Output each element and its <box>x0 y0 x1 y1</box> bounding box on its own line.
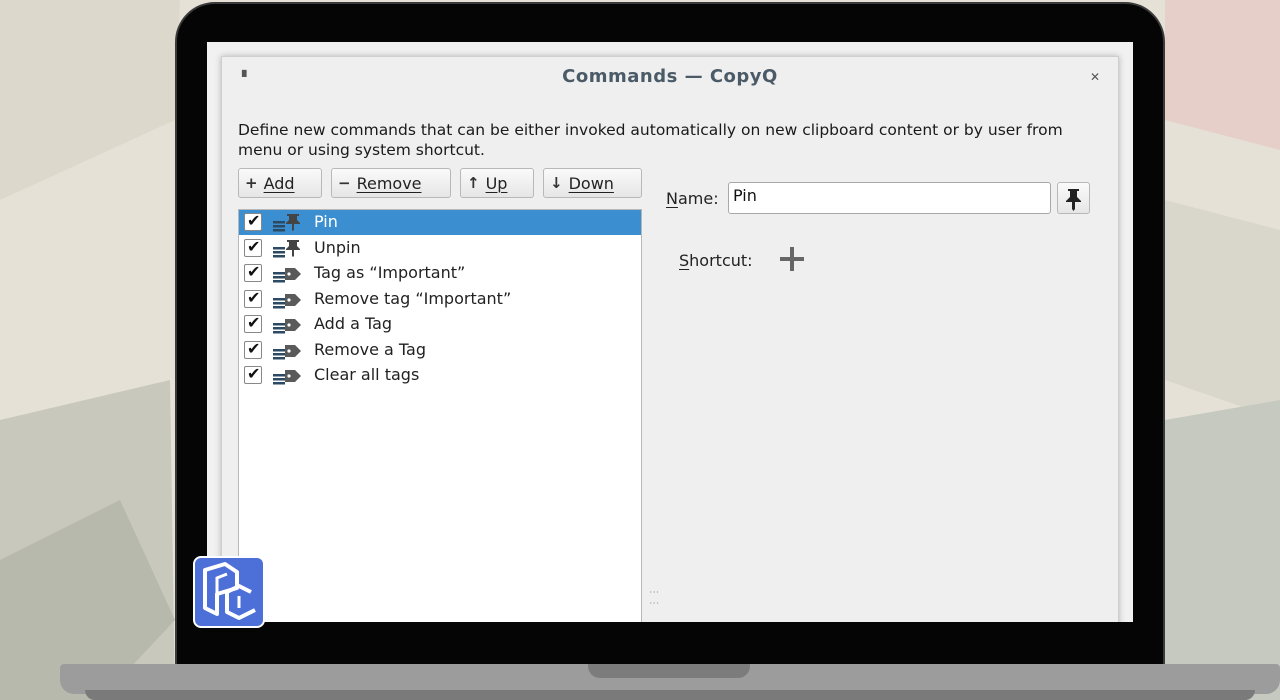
add-button-label: Add <box>263 173 295 193</box>
enable-checkbox[interactable]: ✔ <box>244 236 262 257</box>
enable-checkbox[interactable]: ✔ <box>244 364 262 384</box>
checkmark-icon: ✔ <box>247 338 261 358</box>
command-label: Remove a Tag <box>314 339 426 359</box>
list-item[interactable]: ✔ Remove a Tag <box>239 338 641 363</box>
up-button-label: Up <box>485 173 508 193</box>
shortcut-label-rest: hortcut: <box>689 251 753 270</box>
down-button[interactable]: ↓ Down <box>543 168 642 198</box>
checkmark-icon: ✔ <box>247 236 261 256</box>
pin-icon <box>273 214 300 232</box>
command-label: Unpin <box>314 237 361 257</box>
shortcut-label: Shortcut: <box>679 251 753 270</box>
list-item[interactable]: ✔ Clear all tags <box>239 363 641 388</box>
tag-icon <box>273 319 301 334</box>
plus-icon: + <box>245 174 258 192</box>
enable-checkbox[interactable]: ✔ <box>244 262 262 282</box>
titlebar: ▘ Commands — CopyQ ✕ <box>222 57 1118 99</box>
arrow-up-icon: ↑ <box>467 174 480 192</box>
screen: ▘ Commands — CopyQ ✕ Define new commands… <box>207 42 1133 622</box>
pin-icon <box>273 239 300 257</box>
laptop-notch <box>588 664 750 678</box>
command-label: Add a Tag <box>314 314 393 333</box>
logo-mark-icon <box>203 562 256 620</box>
brand-logo <box>193 556 265 628</box>
enable-checkbox[interactable]: ✔ <box>244 211 262 231</box>
list-item[interactable]: ✔ Remove tag “Important” <box>239 287 641 312</box>
command-label: Tag as “Important” <box>314 263 466 282</box>
command-label: Remove tag “Important” <box>314 288 512 308</box>
list-item[interactable]: ✔ Unpin <box>239 236 641 261</box>
command-label: Pin <box>314 212 338 231</box>
minus-icon: − <box>338 174 351 192</box>
name-label: Name: <box>666 189 719 208</box>
pin-button[interactable] <box>1057 182 1090 214</box>
down-button-label: Down <box>568 173 614 193</box>
name-label-rest: ame: <box>677 189 719 208</box>
enable-checkbox[interactable]: ✔ <box>244 287 262 308</box>
close-icon[interactable]: ✕ <box>1090 70 1100 84</box>
checkmark-icon: ✔ <box>247 364 261 383</box>
enable-checkbox[interactable]: ✔ <box>244 338 262 359</box>
enable-checkbox[interactable]: ✔ <box>244 313 262 333</box>
list-item[interactable]: ✔ Tag as “Important” <box>239 261 641 286</box>
checkmark-icon: ✔ <box>247 211 261 230</box>
description-text: Define new commands that can be either i… <box>238 121 1063 159</box>
checkmark-icon: ✔ <box>247 313 261 332</box>
add-button[interactable]: + Add <box>238 168 322 198</box>
name-input[interactable]: Pin <box>728 182 1051 214</box>
window-title: Commands — CopyQ <box>562 66 778 87</box>
tag-icon <box>273 370 301 385</box>
remove-button[interactable]: − Remove <box>331 168 451 198</box>
tag-icon <box>273 344 301 359</box>
add-shortcut-button[interactable] <box>778 245 806 273</box>
list-item[interactable]: ✔ Add a Tag <box>239 312 641 337</box>
commands-dialog: ▘ Commands — CopyQ ✕ Define new commands… <box>221 56 1119 622</box>
checkmark-icon: ✔ <box>247 287 261 307</box>
up-button[interactable]: ↑ Up <box>460 168 534 198</box>
checkmark-icon: ✔ <box>247 262 261 281</box>
splitter-handle[interactable]: ⋮⋮ <box>648 587 659 609</box>
command-list[interactable]: ✔ Pin ✔ Unpin ✔ Tag as “Important” ✔ Remove tag… <box>238 209 642 622</box>
tag-icon <box>273 268 301 283</box>
remove-button-label: Remove <box>356 173 422 193</box>
arrow-down-icon: ↓ <box>550 174 563 192</box>
tag-icon <box>273 293 301 308</box>
pin-icon <box>1066 189 1081 211</box>
list-item[interactable]: ✔ Pin <box>239 210 641 235</box>
command-label: Clear all tags <box>314 365 420 384</box>
laptop-base-shadow <box>85 690 1255 700</box>
